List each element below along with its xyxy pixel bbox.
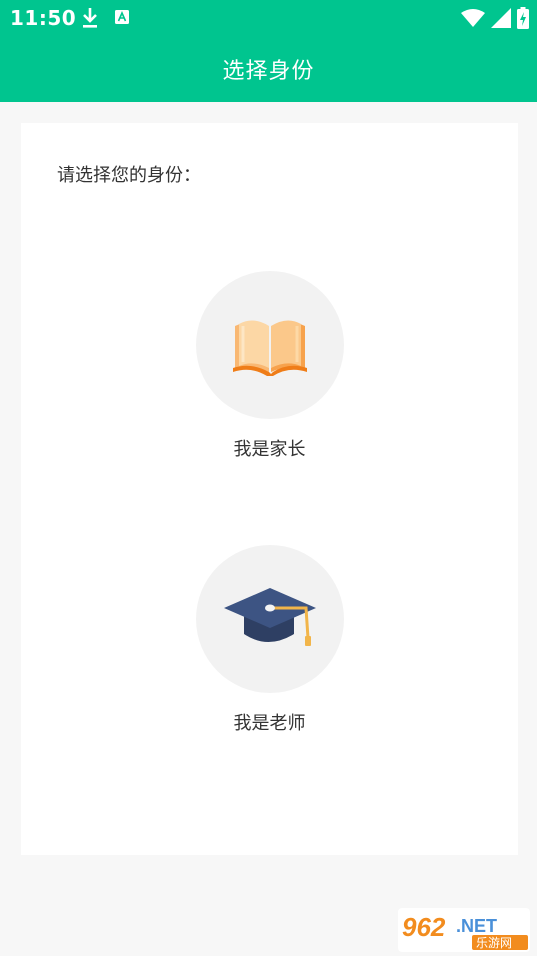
download-icon bbox=[83, 8, 97, 28]
svg-text:.NET: .NET bbox=[456, 916, 497, 936]
svg-text:乐游网: 乐游网 bbox=[476, 936, 512, 950]
page-title: 选择身份 bbox=[222, 59, 315, 84]
role-prompt: 请选择您的身份： bbox=[57, 165, 201, 186]
a-icon bbox=[115, 10, 129, 24]
svg-text:962: 962 bbox=[402, 912, 446, 942]
status-icons bbox=[461, 6, 529, 30]
role-teacher-label: 我是老师 bbox=[233, 713, 306, 734]
role-parent-option[interactable]: 我是家长 bbox=[21, 271, 518, 461]
status-bar: 11:50 bbox=[0, 0, 537, 36]
role-selection-card: 请选择您的身份： 我是家长 我是老师 bbox=[21, 123, 518, 855]
watermark-logo-image: 962 .NET 乐游网 bbox=[402, 912, 528, 950]
role-parent-label: 我是家长 bbox=[233, 439, 306, 460]
status-time: 11:50 bbox=[10, 6, 77, 30]
role-teacher-icon-circle bbox=[195, 545, 344, 693]
watermark-logo: 962 .NET 乐游网 bbox=[398, 908, 530, 952]
role-teacher-option[interactable]: 我是老师 bbox=[21, 545, 518, 735]
role-parent-icon-circle bbox=[195, 271, 344, 419]
app-bar: 选择身份 bbox=[0, 36, 537, 102]
signal-icon bbox=[491, 8, 511, 28]
graduation-cap-icon bbox=[223, 588, 316, 646]
battery-icon bbox=[517, 7, 529, 29]
book-icon bbox=[232, 320, 307, 376]
wifi-icon bbox=[461, 9, 485, 27]
